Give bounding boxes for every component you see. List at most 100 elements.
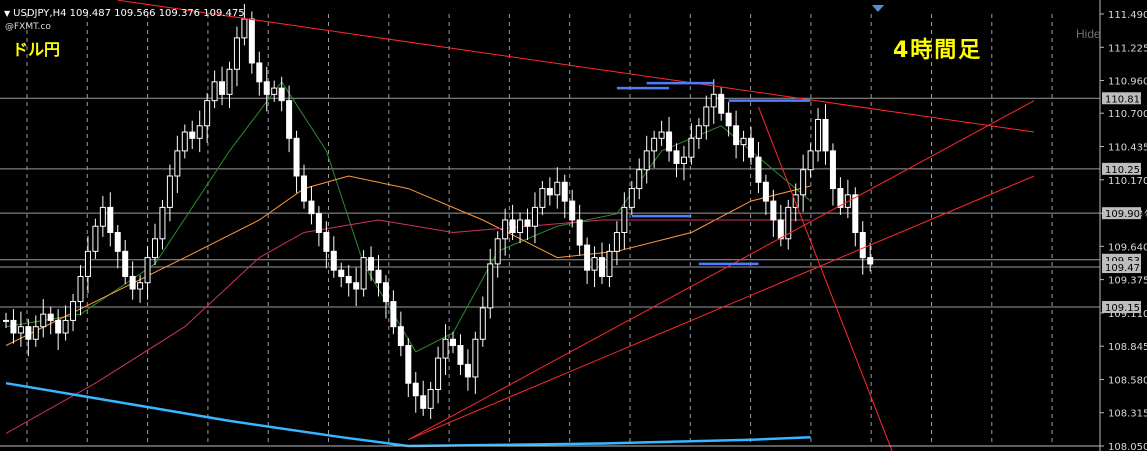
candle-body bbox=[591, 257, 598, 271]
price-tick-label: 109.375 bbox=[1108, 276, 1147, 287]
candle-body bbox=[338, 269, 345, 277]
candle-body bbox=[725, 112, 732, 127]
candle-body bbox=[55, 319, 62, 334]
candle bbox=[338, 262, 345, 288]
price-tick-label: 108.050 bbox=[1108, 442, 1147, 451]
candle bbox=[248, 11, 255, 74]
price-tick-label: 108.845 bbox=[1108, 342, 1147, 353]
candle-body bbox=[762, 181, 769, 202]
candle bbox=[450, 331, 456, 354]
candle-body bbox=[688, 137, 695, 158]
candle bbox=[554, 167, 561, 209]
candle-body bbox=[815, 118, 822, 152]
candle-body bbox=[412, 382, 419, 397]
candle bbox=[464, 349, 471, 391]
candle-body bbox=[502, 219, 509, 240]
candle bbox=[345, 265, 352, 297]
candle-body bbox=[703, 106, 710, 127]
price-tick-label: 111.490 bbox=[1108, 10, 1147, 21]
level-label: 109.904 bbox=[1105, 209, 1146, 220]
candle bbox=[226, 61, 233, 109]
candle-body bbox=[129, 275, 136, 290]
dropdown-triangle-icon[interactable]: ▼ bbox=[4, 9, 10, 18]
candle-body bbox=[211, 81, 218, 102]
candle-body bbox=[606, 250, 613, 277]
candle-body bbox=[427, 388, 434, 409]
candle bbox=[256, 51, 263, 96]
candle bbox=[62, 305, 69, 341]
candle-body bbox=[84, 250, 91, 277]
candle-body bbox=[382, 282, 389, 303]
candle bbox=[576, 204, 583, 256]
candle bbox=[233, 26, 240, 87]
candle-body bbox=[323, 232, 330, 252]
candle bbox=[382, 275, 389, 319]
candle-body bbox=[524, 219, 531, 227]
symbol-header: ▼ USDJPY,H4 109.487 109.566 109.376 109.4… bbox=[4, 8, 245, 19]
candle bbox=[800, 154, 807, 212]
candle-body bbox=[658, 131, 665, 139]
candle-body bbox=[546, 188, 553, 196]
candle-body bbox=[829, 150, 836, 190]
candle-body bbox=[405, 345, 412, 384]
candle bbox=[822, 104, 829, 165]
trendline bbox=[408, 175, 1035, 441]
candle bbox=[457, 334, 464, 376]
candle bbox=[599, 242, 605, 284]
candle bbox=[181, 124, 188, 159]
candle bbox=[390, 290, 397, 335]
candle bbox=[815, 108, 822, 162]
candle bbox=[829, 143, 836, 206]
candle bbox=[584, 237, 591, 284]
price-tick-label: 108.315 bbox=[1108, 409, 1147, 420]
candle bbox=[40, 299, 47, 338]
candle-body bbox=[755, 156, 762, 183]
candle bbox=[531, 192, 538, 244]
candle bbox=[301, 164, 307, 209]
candle bbox=[10, 309, 17, 344]
candle-body bbox=[107, 206, 114, 234]
candle-body bbox=[181, 131, 188, 152]
candle bbox=[122, 240, 129, 284]
candle bbox=[47, 306, 54, 335]
candle bbox=[718, 86, 725, 121]
candle bbox=[762, 174, 769, 215]
candle-body bbox=[248, 18, 255, 64]
price-chart[interactable]: 111.490 111.225 110.960 110.700 110.435 110.1… bbox=[0, 0, 1147, 451]
candle-body bbox=[375, 269, 382, 284]
candle-body bbox=[144, 257, 151, 284]
candle-body bbox=[584, 244, 591, 271]
price-tick-label: 111.225 bbox=[1108, 43, 1147, 54]
candle-body bbox=[613, 232, 620, 252]
hide-button[interactable]: Hide bbox=[1076, 27, 1101, 41]
candle-body bbox=[621, 206, 628, 234]
candle bbox=[636, 158, 643, 200]
candle bbox=[666, 116, 673, 162]
candle-body bbox=[99, 206, 106, 227]
candle bbox=[509, 204, 516, 241]
candle-body bbox=[271, 87, 278, 95]
candle-body bbox=[450, 338, 456, 347]
candle bbox=[308, 186, 315, 225]
candle-body bbox=[554, 181, 561, 196]
candle bbox=[561, 174, 568, 219]
candle-body bbox=[166, 175, 173, 208]
level-label: 109.157 bbox=[1105, 303, 1146, 314]
candle-body bbox=[494, 238, 501, 265]
candle bbox=[353, 267, 360, 306]
pair-label: ドル円 bbox=[12, 40, 61, 59]
candle bbox=[613, 221, 620, 266]
candle bbox=[472, 331, 479, 394]
candle-body bbox=[174, 150, 181, 177]
candle bbox=[785, 199, 792, 250]
candle-body bbox=[539, 188, 546, 208]
candle bbox=[278, 76, 285, 112]
candle-body bbox=[189, 131, 196, 139]
candle-body bbox=[599, 257, 605, 277]
candle-body bbox=[800, 169, 807, 196]
candle bbox=[539, 181, 546, 215]
candle-body bbox=[464, 363, 471, 378]
candle-body bbox=[25, 326, 32, 340]
candle-body bbox=[770, 200, 777, 221]
copyright-text: @FXMT.co bbox=[5, 22, 51, 32]
